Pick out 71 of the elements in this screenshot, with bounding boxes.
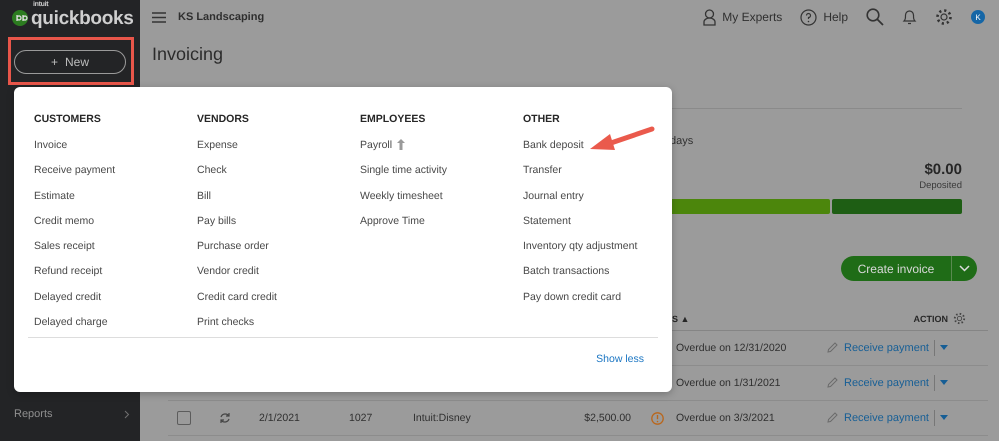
- menu-item[interactable]: Journal entry: [523, 190, 663, 215]
- menu-item[interactable]: Expense: [197, 139, 360, 164]
- show-less-link[interactable]: Show less: [596, 353, 644, 365]
- create-invoice-button[interactable]: Create invoice: [841, 256, 951, 281]
- column-header: ACTION: [914, 314, 948, 324]
- chevron-down-icon: [959, 265, 970, 272]
- company-name: KS Landscaping: [178, 11, 264, 23]
- settings-icon[interactable]: [953, 312, 966, 325]
- menu-item[interactable]: Delayed charge: [34, 316, 197, 342]
- column-header[interactable]: S ▲: [672, 314, 690, 324]
- header-link[interactable]: Help: [800, 8, 848, 26]
- sync-icon: [219, 412, 231, 424]
- warning-icon: [651, 412, 664, 424]
- menu-item[interactable]: Vendor credit: [197, 265, 360, 291]
- menu-item[interactable]: Transfer: [523, 164, 663, 190]
- menu-item[interactable]: Weekly timesheet: [360, 190, 523, 215]
- menu-item[interactable]: Pay bills: [197, 214, 360, 240]
- logo-icon: [12, 10, 28, 26]
- caret-icon[interactable]: [940, 380, 948, 386]
- status-cell-text: Overdue on 12/31/2020: [676, 342, 788, 354]
- menu-item[interactable]: Payroll: [360, 139, 523, 164]
- status-cell-text: Overdue on 3/3/2021: [676, 412, 776, 424]
- menu-item[interactable]: Credit card credit: [197, 290, 360, 316]
- menu-item[interactable]: Bank deposit: [523, 139, 663, 164]
- menu-item[interactable]: Estimate: [34, 190, 197, 215]
- row-checkbox[interactable]: [177, 411, 191, 425]
- edit-icon[interactable]: [826, 412, 838, 424]
- menu-item[interactable]: Batch transactions: [523, 265, 663, 291]
- menu-item[interactable]: Delayed credit: [34, 290, 197, 316]
- user-avatar[interactable]: K: [971, 10, 985, 24]
- sidebar-item[interactable]: Reports: [0, 404, 140, 424]
- new-button[interactable]: + New: [14, 50, 126, 74]
- menu-item[interactable]: Refund receipt: [34, 265, 197, 291]
- page-title: Invoicing: [152, 44, 224, 66]
- help-icon: [800, 8, 818, 26]
- chevron-icon: [124, 410, 130, 418]
- menu-item[interactable]: Credit memo: [34, 214, 197, 240]
- header-link[interactable]: My Experts: [703, 8, 782, 26]
- menu-item[interactable]: Check: [197, 164, 360, 190]
- section-heading: VENDORS: [197, 113, 250, 127]
- menu-item[interactable]: Sales receipt: [34, 240, 197, 266]
- section-heading: OTHER: [523, 113, 561, 127]
- edit-icon[interactable]: [826, 377, 838, 389]
- menu-item[interactable]: Pay down credit card: [523, 290, 663, 316]
- edit-icon[interactable]: [826, 342, 838, 354]
- menu-item[interactable]: Invoice: [34, 139, 197, 164]
- status-cell-text: Overdue on 1/31/2021: [676, 377, 782, 389]
- caret-icon[interactable]: [940, 345, 948, 351]
- dropdown-button[interactable]: [951, 256, 977, 281]
- settings-icon[interactable]: [935, 8, 953, 26]
- amount-cell-text: $2,500.00: [583, 412, 631, 424]
- menu-item[interactable]: Print checks: [197, 316, 360, 342]
- deposited-label: Deposited: [919, 180, 962, 191]
- menu-item[interactable]: Receive payment: [34, 164, 197, 190]
- menu-item[interactable]: Purchase order: [197, 240, 360, 266]
- menu-item[interactable]: Inventory qty adjustment: [523, 240, 663, 266]
- menu-item[interactable]: Bill: [197, 190, 360, 215]
- menu-item[interactable]: Single time activity: [360, 164, 523, 190]
- menu-item[interactable]: Statement: [523, 214, 663, 240]
- search-icon[interactable]: [866, 8, 884, 26]
- section-heading: CUSTOMERS: [34, 113, 102, 127]
- customer-cell-text: Intuit:Disney: [413, 412, 472, 424]
- date-cell-text: 2/1/2021: [259, 412, 301, 424]
- menu-icon[interactable]: [152, 12, 166, 22]
- section-heading: EMPLOYEES: [360, 113, 426, 127]
- bell-icon[interactable]: [902, 8, 917, 26]
- deposited-amount: $0.00: [924, 161, 962, 178]
- person-icon: [703, 8, 716, 26]
- caret-icon[interactable]: [940, 415, 948, 421]
- menu-item[interactable]: Approve Time: [360, 214, 523, 240]
- number-cell-text: 1027: [349, 412, 374, 424]
